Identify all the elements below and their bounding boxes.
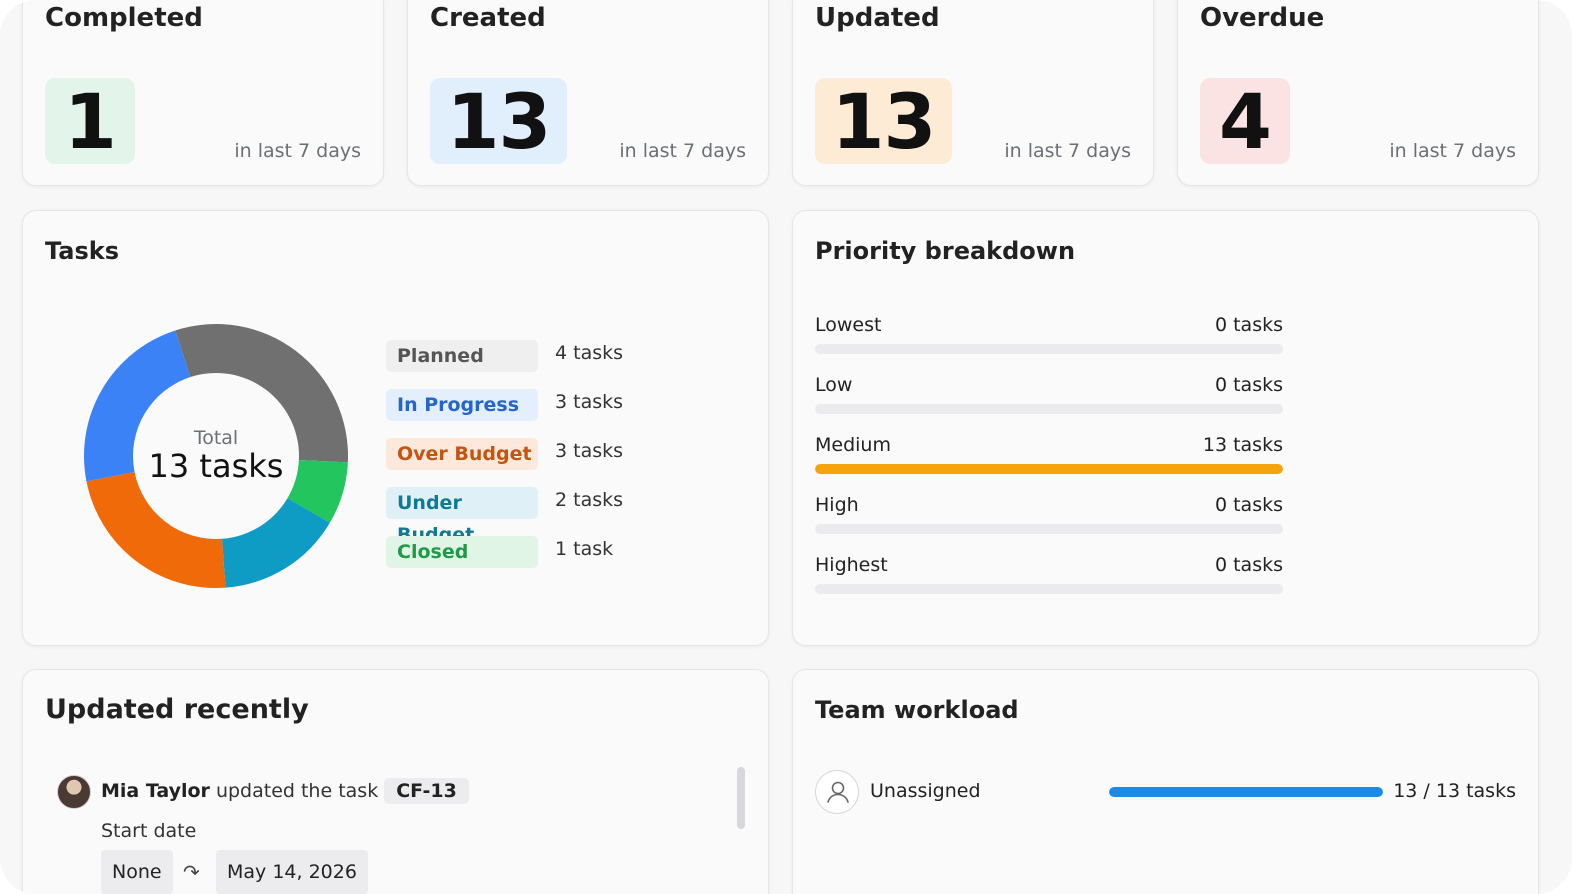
stat-title: Overdue [1200,3,1325,33]
priority-row-lowest: Lowest 0 tasks [815,314,1283,374]
recent-activity-card: Updated recently Mia Taylor updated the … [22,669,769,894]
stat-card-created[interactable]: Created 13 in last 7 days [407,0,769,186]
redo-arrow-icon: ↷ [183,860,200,884]
user-icon [815,770,859,814]
priority-card: Priority breakdown Lowest 0 tasks Low 0 … [792,210,1539,646]
priority-bar [815,464,1283,474]
status-pill: Closed [386,536,538,568]
dashboard: Completed 1 in last 7 days Created 13 in… [0,0,1572,894]
stat-subtitle: in last 7 days [234,140,361,162]
stat-card-completed[interactable]: Completed 1 in last 7 days [22,0,384,186]
stat-title: Created [430,3,546,33]
stat-subtitle: in last 7 days [1389,140,1516,162]
card-title: Updated recently [45,694,309,725]
stat-value: 13 [815,77,952,166]
activity-line: Mia Taylor updated the task CF-13 [101,778,469,804]
priority-count: 0 tasks [1214,374,1283,396]
legend-count: 2 tasks [555,489,624,511]
priority-bar [815,524,1283,534]
changed-field-name: Start date [101,820,197,842]
priority-count: 0 tasks [1214,314,1283,336]
status-pill: Over Budget [386,438,538,470]
tasks-card: Tasks Total 13 tasks Planned 4 tasks In … [22,210,769,646]
workload-bar-fill [1109,787,1383,797]
donut-total-label: Total [193,427,239,449]
status-pill: Under Budget [386,487,538,546]
donut-center: Total 13 tasks [83,323,349,589]
legend-count: 3 tasks [555,440,624,462]
priority-count: 13 tasks [1202,434,1283,456]
workload-count: 13 / 13 tasks [1393,780,1516,802]
status-pill: In Progress [386,389,538,421]
card-title: Tasks [45,237,120,265]
legend-count: 4 tasks [555,342,624,364]
priority-label: Lowest [815,314,882,336]
priority-bar [815,404,1283,414]
stat-value: 1 [45,77,135,166]
activity-action: updated the task [215,780,379,802]
workload-bar [1109,787,1383,797]
task-key-badge[interactable]: CF-13 [384,778,469,804]
priority-row-highest: Highest 0 tasks [815,554,1283,614]
legend-count: 1 task [555,538,614,560]
tasks-donut-chart: Total 13 tasks [83,323,349,589]
activity-user[interactable]: Mia Taylor [101,780,210,802]
stat-title: Updated [815,3,940,33]
priority-label: High [815,494,859,516]
team-workload-card: Team workload Unassigned 13 / 13 tasks [792,669,1539,894]
stat-subtitle: in last 7 days [1004,140,1131,162]
priority-row-high: High 0 tasks [815,494,1283,554]
stat-value: 4 [1200,77,1290,166]
scrollbar[interactable] [737,767,745,829]
priority-count: 0 tasks [1214,554,1283,576]
card-title: Team workload [815,696,1019,724]
donut-total-value: 13 tasks [148,447,284,485]
legend-count: 3 tasks [555,391,624,413]
priority-bar [815,344,1283,354]
status-pill: Planned [386,340,538,372]
user-icon-svg [827,781,849,803]
priority-label: Medium [815,434,891,456]
stat-subtitle: in last 7 days [619,140,746,162]
old-value: None [101,850,173,894]
priority-label: Highest [815,554,888,576]
stat-title: Completed [45,3,203,33]
card-title: Priority breakdown [815,237,1076,265]
workload-label[interactable]: Unassigned [870,780,981,802]
priority-row-medium: Medium 13 tasks [815,434,1283,494]
avatar[interactable] [57,775,91,809]
new-value: May 14, 2026 [216,850,368,894]
priority-count: 0 tasks [1214,494,1283,516]
priority-bar [815,584,1283,594]
stat-card-updated[interactable]: Updated 13 in last 7 days [792,0,1154,186]
priority-bar-fill [815,464,1283,474]
stat-card-overdue[interactable]: Overdue 4 in last 7 days [1177,0,1539,186]
stat-value: 13 [430,77,567,166]
priority-label: Low [815,374,853,396]
priority-row-low: Low 0 tasks [815,374,1283,434]
